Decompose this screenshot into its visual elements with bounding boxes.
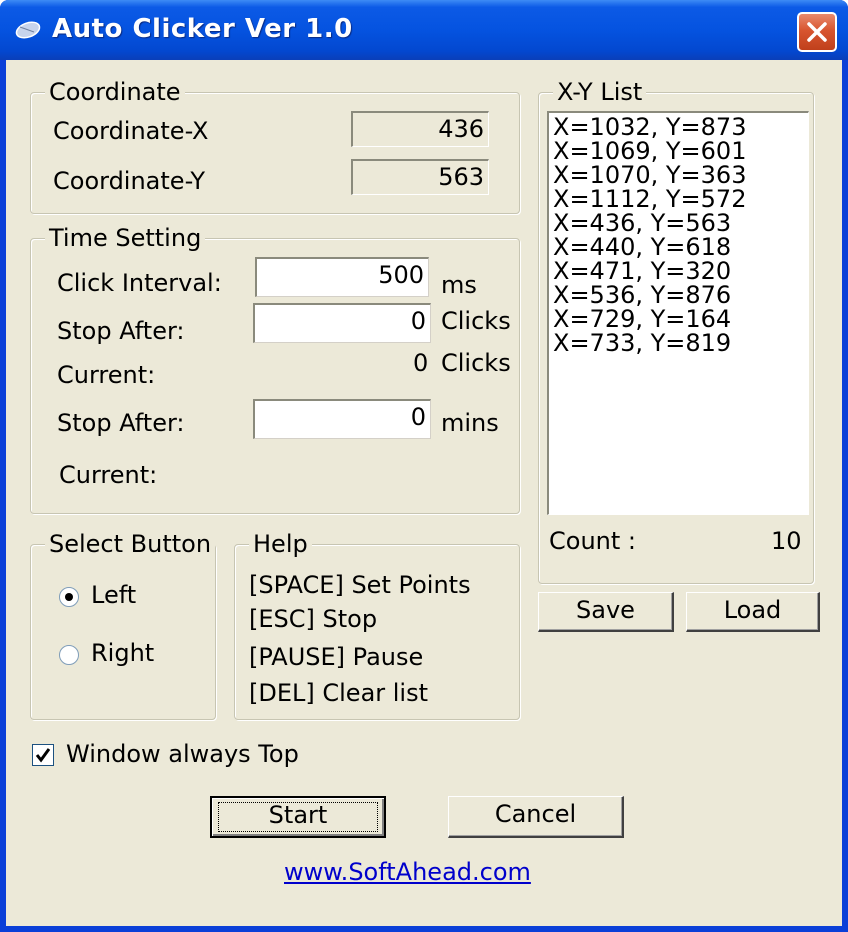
click-interval-unit: ms [441, 271, 477, 299]
list-item[interactable]: X=1032, Y=873 [553, 115, 808, 139]
load-button[interactable]: Load [686, 592, 820, 632]
left-radio-label[interactable]: Left [91, 581, 136, 609]
right-radio[interactable] [59, 645, 79, 665]
list-item[interactable]: X=471, Y=320 [553, 259, 808, 283]
start-button-label: Start [268, 801, 328, 829]
time-setting-legend: Time Setting [45, 224, 206, 252]
window-title: Auto Clicker Ver 1.0 [52, 14, 353, 44]
stop-after-clicks-input[interactable]: 0 [253, 303, 431, 343]
count-value: 10 [771, 527, 802, 555]
check-icon [35, 748, 51, 763]
help-line: [PAUSE] Pause [249, 643, 424, 671]
click-interval-label: Click Interval: [57, 269, 222, 297]
mouse-icon [15, 21, 41, 39]
count-label: Count : [549, 527, 636, 555]
coordinate-group: Coordinate Coordinate-X 436 Coordinate-Y… [30, 78, 520, 214]
list-item[interactable]: X=436, Y=563 [553, 211, 808, 235]
coordinate-legend: Coordinate [45, 78, 185, 106]
start-button[interactable]: Start [210, 796, 386, 838]
dialog-body: Coordinate Coordinate-X 436 Coordinate-Y… [6, 60, 842, 926]
coordinate-x-value: 436 [351, 111, 489, 147]
list-item[interactable]: X=733, Y=819 [553, 331, 808, 355]
list-item[interactable]: X=1112, Y=572 [553, 187, 808, 211]
coordinate-x-label: Coordinate-X [53, 117, 209, 145]
current-clicks-label: Current: [57, 361, 156, 389]
stop-after-clicks-unit: Clicks [441, 307, 511, 335]
close-button[interactable] [797, 12, 837, 52]
xy-list-group: X-Y List X=1032, Y=873 X=1069, Y=601 X=1… [538, 78, 814, 584]
left-radio[interactable] [59, 587, 79, 607]
cancel-button[interactable]: Cancel [448, 796, 624, 838]
help-group: Help [SPACE] Set Points [ESC] Stop [PAUS… [234, 530, 520, 720]
current-clicks-unit: Clicks [441, 349, 511, 377]
click-interval-input[interactable]: 500 [255, 257, 429, 297]
time-setting-group: Time Setting Click Interval: 500 ms Stop… [30, 224, 520, 514]
xy-listbox[interactable]: X=1032, Y=873 X=1069, Y=601 X=1070, Y=36… [547, 111, 809, 515]
right-radio-label[interactable]: Right [91, 639, 154, 667]
select-button-group: Select Button Left Right [30, 530, 216, 720]
always-top-checkbox[interactable] [32, 744, 54, 766]
list-item[interactable]: X=729, Y=164 [553, 307, 808, 331]
app-window: Auto Clicker Ver 1.0 Coordinate Coordina… [0, 0, 848, 932]
coordinate-y-value: 563 [351, 159, 489, 195]
coordinate-y-label: Coordinate-Y [53, 167, 206, 195]
list-item[interactable]: X=536, Y=876 [553, 283, 808, 307]
list-item[interactable]: X=1070, Y=363 [553, 163, 808, 187]
title-bar[interactable]: Auto Clicker Ver 1.0 [0, 0, 848, 60]
list-item[interactable]: X=1069, Y=601 [553, 139, 808, 163]
close-icon [807, 22, 827, 42]
help-legend: Help [249, 530, 312, 558]
website-link[interactable]: www.SoftAhead.com [284, 858, 531, 886]
stop-after-mins-label: Stop After: [57, 409, 185, 437]
current-time-label: Current: [59, 461, 158, 489]
stop-after-mins-input[interactable]: 0 [253, 399, 431, 439]
save-button[interactable]: Save [538, 592, 674, 632]
radio-selected-dot [65, 593, 73, 601]
help-line: [DEL] Clear list [249, 679, 429, 707]
current-clicks-value: 0 [413, 349, 429, 377]
stop-after-mins-unit: mins [441, 409, 499, 437]
list-item[interactable]: X=440, Y=618 [553, 235, 808, 259]
stop-after-clicks-label: Stop After: [57, 317, 185, 345]
always-top-label[interactable]: Window always Top [66, 740, 299, 768]
select-button-legend: Select Button [45, 530, 216, 558]
xy-list-legend: X-Y List [553, 78, 647, 106]
help-line: [SPACE] Set Points [249, 571, 471, 599]
help-line: [ESC] Stop [249, 605, 378, 633]
